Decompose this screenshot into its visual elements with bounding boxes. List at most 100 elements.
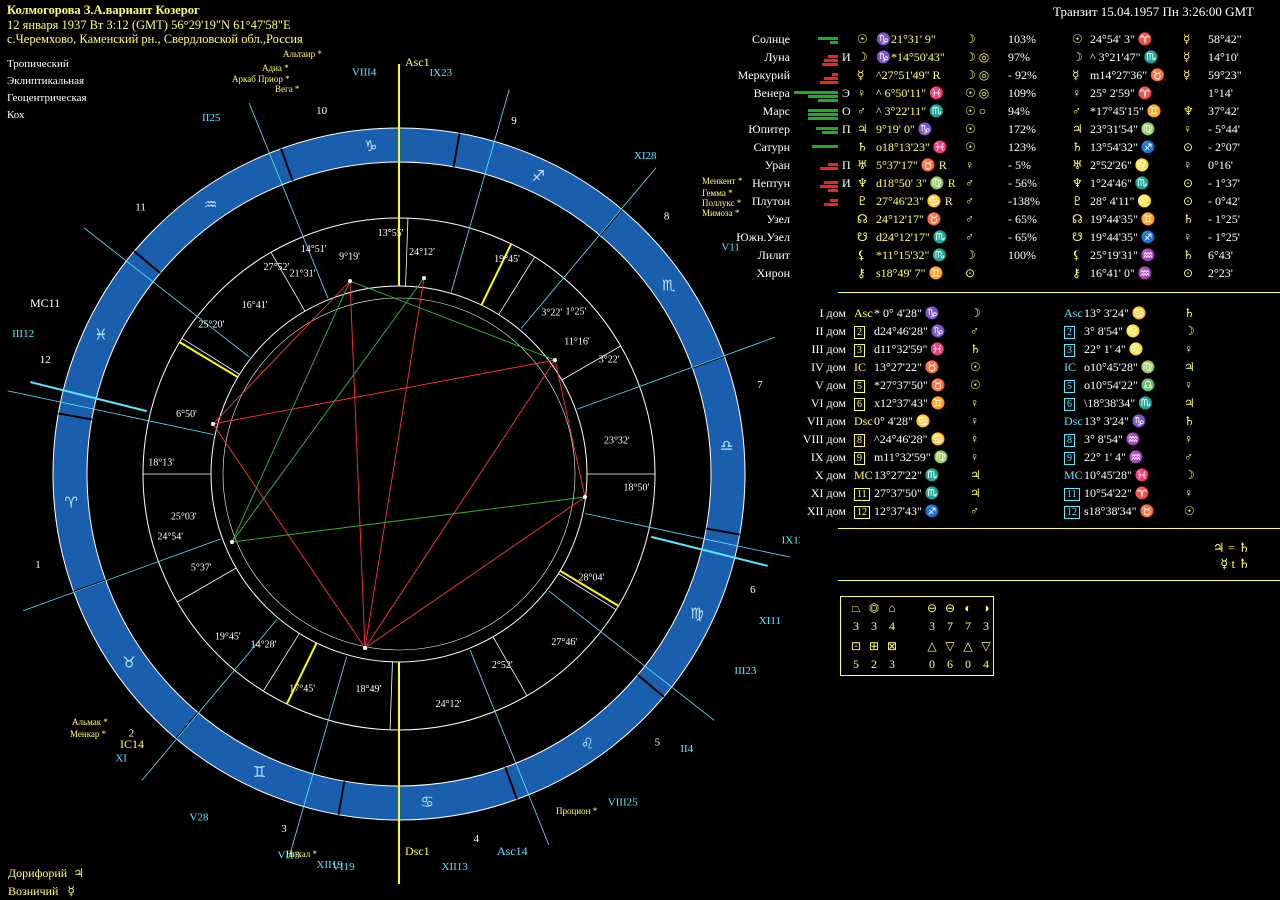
- transit-ruler: ♄: [1183, 212, 1194, 226]
- planet-degree-label: 28°04': [579, 573, 605, 584]
- quality-count: 3: [929, 619, 935, 633]
- planet-degree-label: 5°37': [191, 562, 212, 573]
- planet-degree-label: 18°49': [355, 684, 381, 695]
- planet-name: Марс: [762, 104, 790, 118]
- planet-strength: 97%: [1008, 50, 1030, 64]
- transit-position: 25°19'31" ♒: [1090, 248, 1156, 262]
- transit-glyph: ⚷: [1072, 266, 1081, 280]
- house-number: 6: [750, 584, 756, 596]
- transit-cusp: 22° 1' 4" ♌: [1084, 342, 1144, 356]
- transit-delta: 1°14': [1208, 86, 1233, 100]
- planet-name: Венера: [753, 86, 790, 100]
- house-glyph: 5: [854, 380, 865, 393]
- transit-ruler: ⊙: [1183, 194, 1194, 208]
- planet-name: Сатурн: [753, 140, 790, 154]
- elements-box: ⏢ 3 ⏣ 3 ⌂ 4 ⊖ 3 ⊖ 7 ◐ 7 ◑ 3 ⊡ 5 ⊞ 2 ⊠ 3 △ 0 ▽ 6 △ 0 ▽ 4: [840, 596, 994, 676]
- planet-name: Меркурий: [737, 68, 790, 82]
- planet-degree-label: 19°45': [215, 631, 241, 642]
- transit-house-label: V28: [190, 811, 209, 823]
- transit-ruler: ♀: [1183, 230, 1192, 244]
- transit-glyph: ☋: [1072, 230, 1083, 244]
- transit-ruler: ☿: [1183, 32, 1191, 46]
- planet-glyph: ⚸: [857, 248, 866, 262]
- planet-strength: - 65%: [1008, 230, 1037, 244]
- house-ruler: ♃: [970, 468, 981, 482]
- element-symbol-icon: ⊠: [886, 639, 898, 653]
- strength-bar: [832, 73, 838, 76]
- transit-house-label: II25: [202, 112, 221, 124]
- natal-position: s18°49' 7" ♊: [876, 266, 944, 280]
- house-ruler: ♀: [970, 414, 979, 428]
- planet-glyph: ☿: [857, 68, 865, 82]
- natal-position: o18°13'23" ♓: [876, 140, 948, 154]
- planet-name: Хирон: [756, 266, 790, 280]
- planet-aux: ☽ ◎: [965, 68, 990, 82]
- strength-bar: [824, 59, 838, 62]
- house-number: 11: [135, 201, 146, 213]
- planet-name: Лилит: [757, 248, 790, 262]
- element-count: 3: [889, 657, 895, 671]
- natal-position: 24°12'17" ♉: [876, 212, 942, 226]
- house-glyph: 6: [854, 398, 865, 411]
- house-glyph: 9: [854, 452, 865, 465]
- house-label: III дом: [811, 342, 846, 356]
- house-ruler: ☉: [970, 378, 981, 392]
- house-cusp: 12°37'43" ♐: [874, 504, 940, 518]
- planet-aux: ☉ ◎: [965, 86, 990, 100]
- transit-house-glyph: 8: [1064, 434, 1075, 447]
- planet-degree-label: 17°45': [289, 683, 315, 694]
- planet-glyph: ☊: [857, 212, 868, 226]
- natal-position: *11°15'32" ♏: [876, 248, 948, 262]
- planet-strength: - 5%: [1008, 158, 1031, 172]
- transit-position: m14°27'36" ♉: [1090, 68, 1166, 82]
- transit-glyph: ♀: [1072, 86, 1081, 100]
- quality-symbol-icon: ◑: [982, 601, 990, 615]
- transit-ruler: ♄: [1183, 248, 1194, 262]
- house-cusp: 13°27'22" ♉: [874, 360, 940, 374]
- house-cusp: d24°46'28" ♑: [874, 324, 946, 338]
- transit-glyph: ♄: [1072, 140, 1083, 154]
- transit-cusp: 13° 3'24" ♋: [1084, 306, 1147, 320]
- astrology-wheel[interactable]: ♈♉♊♋♌♍♎♏♐♑♒♓123456789101112Asc1Dsc1MC11A…: [0, 0, 800, 900]
- planet-name: Уран: [764, 158, 790, 172]
- transit-delta: - 2°07': [1208, 140, 1240, 154]
- strength-bar: [820, 185, 838, 188]
- planet-glyph: ♂: [857, 104, 866, 118]
- house-ruler: ♀: [970, 450, 979, 464]
- strength-bar: [812, 145, 838, 148]
- planet-degree-label: 21°31': [290, 268, 316, 279]
- transit-delta: 6°43': [1208, 248, 1233, 262]
- house-number: 8: [664, 211, 670, 223]
- planet-degree-label: 1°25': [565, 307, 586, 318]
- transit-cusp: 10°45'28" ♓: [1084, 468, 1150, 482]
- house-ruler: ♂: [970, 324, 979, 338]
- ic-label: IC14: [120, 737, 144, 751]
- natal-position: ♑21°31' 9": [876, 32, 936, 46]
- house-glyph: 2: [854, 326, 865, 339]
- transit-cusp: o10°45'28" ♍: [1084, 360, 1156, 374]
- zodiac-sign-icon: ♓: [94, 326, 107, 344]
- planet-aux: ♂: [965, 176, 974, 190]
- transit-delta: - 1°37': [1208, 176, 1240, 190]
- planet-strength: 172%: [1008, 122, 1036, 136]
- planet-degree-label: 2°52': [492, 660, 513, 671]
- quality-count: 4: [889, 619, 895, 633]
- fixed-star-label: Менкар *: [70, 729, 107, 739]
- planet-degree-label: 13°55': [378, 228, 404, 239]
- zodiac-sign-icon: ♉: [123, 653, 136, 671]
- house-cusp: 0° 4'28" ♋: [874, 414, 931, 428]
- transit-ruler: ☿: [1183, 50, 1191, 64]
- house-ruler: ♀: [970, 432, 979, 446]
- strength-bar: [824, 203, 838, 206]
- quality-symbol-icon: ⊖: [944, 601, 956, 615]
- planet-strength: - 56%: [1008, 176, 1037, 190]
- quality-symbol-icon: ⏣: [868, 601, 880, 615]
- quality-symbol-icon: ◐: [964, 601, 972, 615]
- planet-name: Луна: [764, 50, 790, 64]
- aspect-node: [348, 279, 352, 283]
- transit-house-glyph: 12: [1064, 506, 1080, 519]
- planet-degree-label: 23°32': [604, 435, 630, 446]
- transit-house-label: II4: [680, 743, 693, 755]
- element-symbol-icon: ⊡: [850, 639, 862, 653]
- footer-star-label: Дорифорий: [8, 866, 68, 880]
